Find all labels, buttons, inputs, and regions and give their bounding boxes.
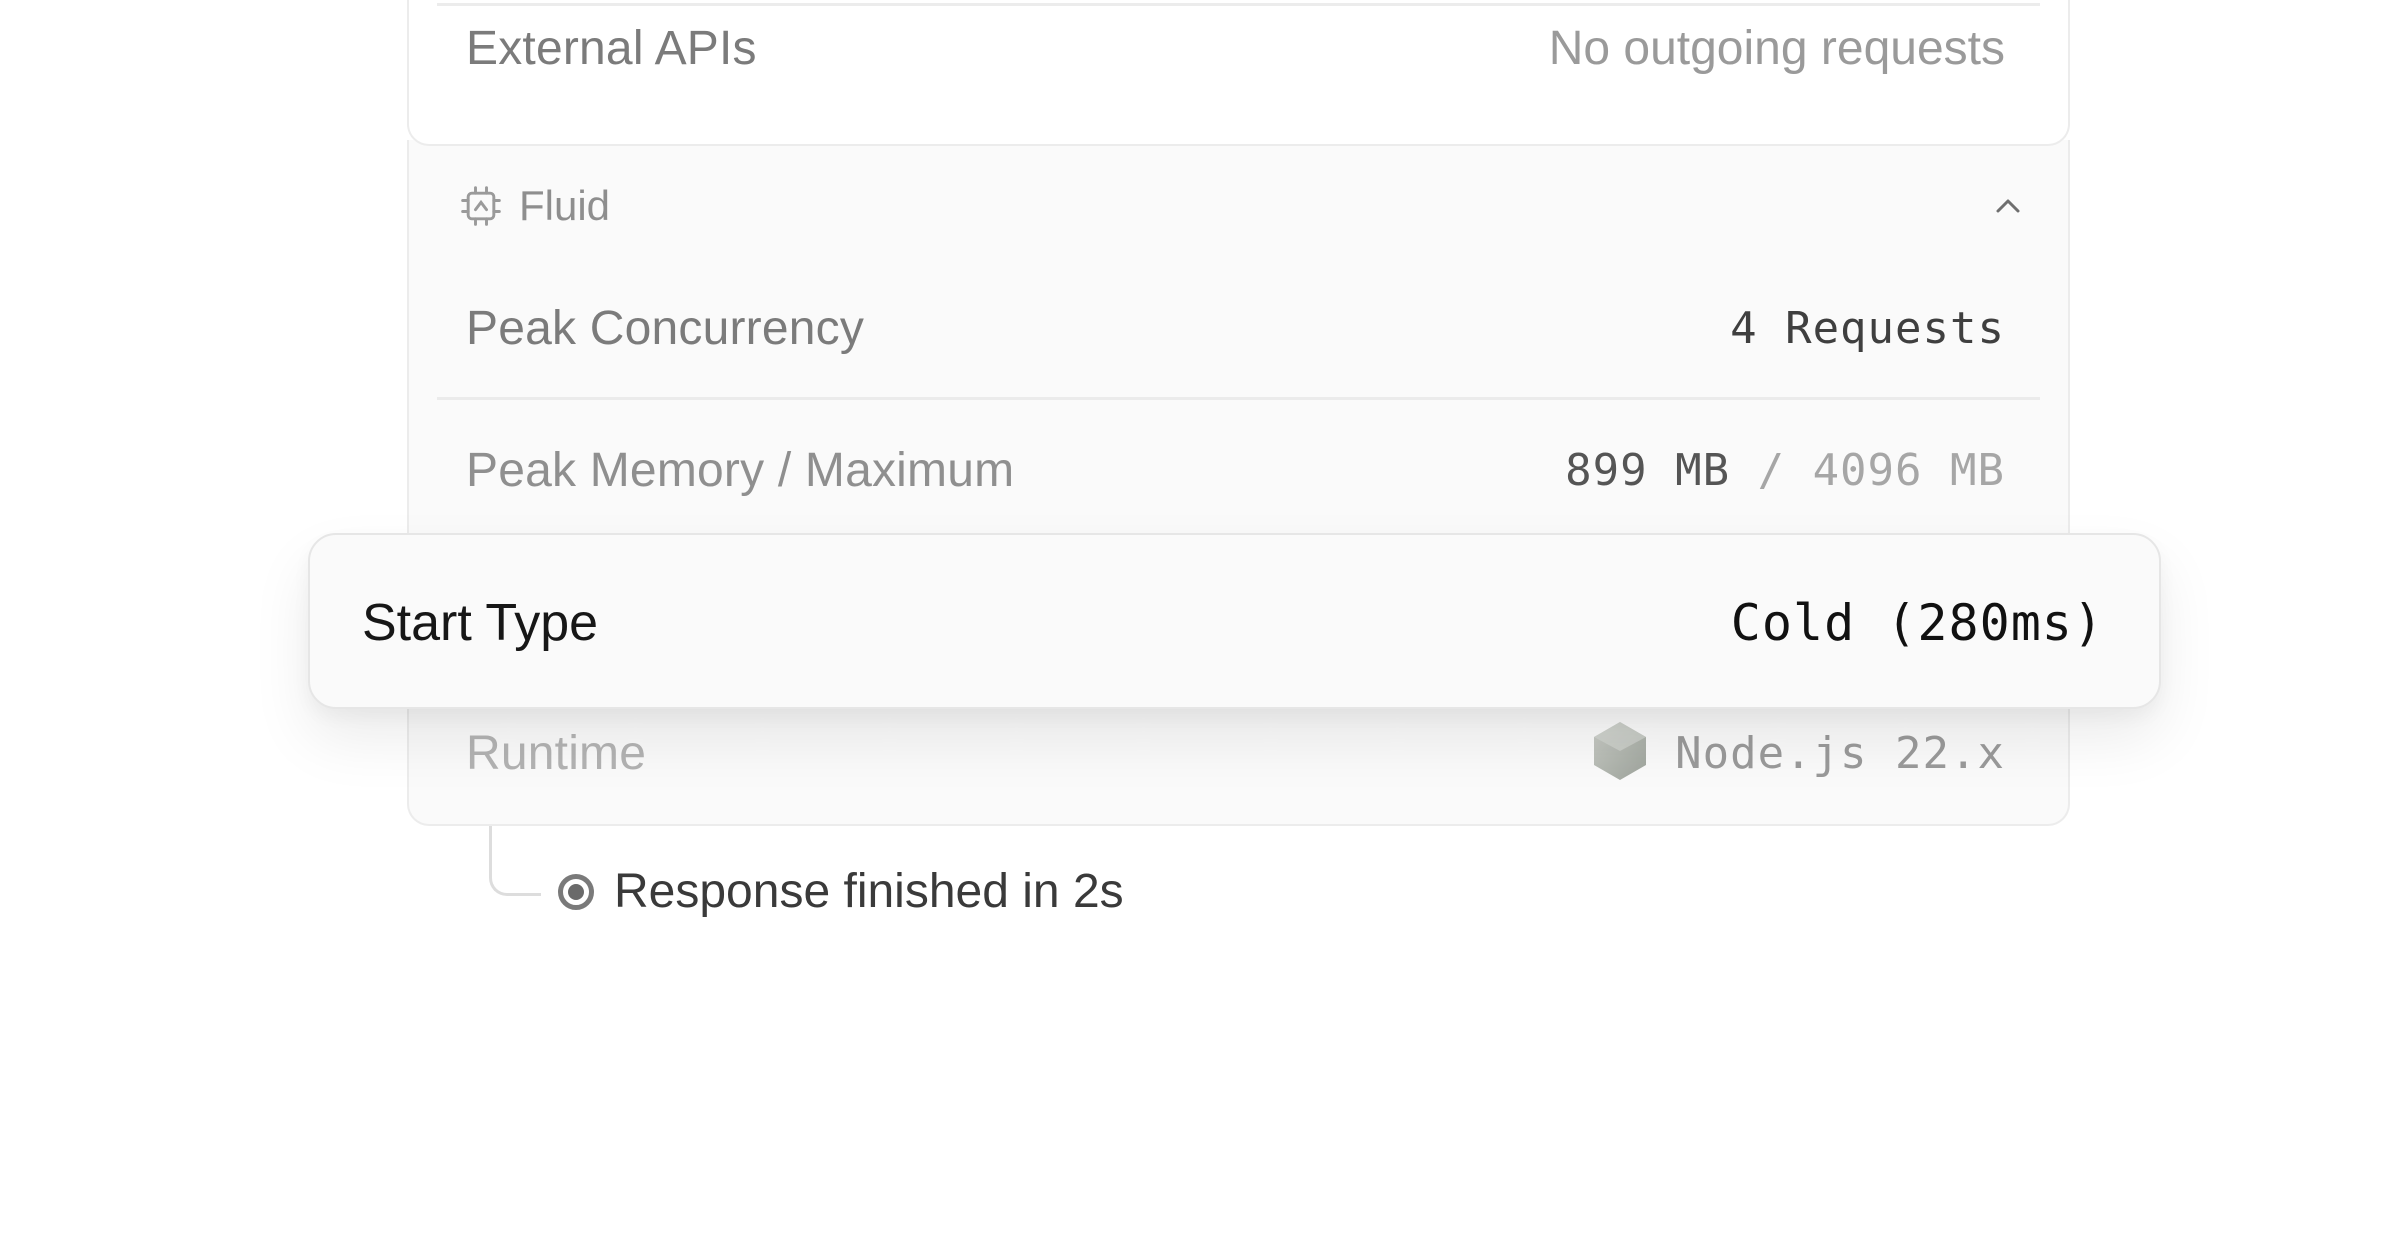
peak-memory-label: Peak Memory / Maximum	[466, 443, 1015, 497]
peak-memory-row: Peak Memory / Maximum 899 MB / 4096 MB	[466, 440, 2005, 500]
memory-separator: /	[1730, 444, 1813, 496]
peak-concurrency-label: Peak Concurrency	[466, 301, 865, 355]
nodejs-hexagon-icon	[1591, 720, 1649, 787]
response-finished-text: Response finished in 2s	[614, 865, 1124, 918]
chevron-up-icon[interactable]	[1988, 186, 2028, 226]
timeline-connector	[489, 826, 541, 896]
external-apis-label: External APIs	[466, 21, 757, 75]
runtime-version: Node.js 22.x	[1675, 727, 2005, 779]
peak-concurrency-value: 4 Requests	[1730, 302, 2005, 354]
start-type-value: Cold (280ms)	[1730, 594, 2104, 652]
start-type-row: Start Type Cold (280ms)	[362, 593, 2104, 653]
fluid-section-header[interactable]: Fluid	[459, 180, 2028, 232]
response-status: Response finished in 2s	[558, 864, 1124, 919]
fluid-section: Fluid Peak Concurrency 4 Requests Peak M…	[407, 140, 2070, 826]
external-apis-value: No outgoing requests	[1548, 21, 2005, 75]
row-divider	[437, 397, 2040, 400]
start-type-row-highlighted[interactable]: Start Type Cold (280ms)	[308, 533, 2161, 709]
runtime-value: Node.js 22.x	[1591, 720, 2005, 787]
cpu-chip-icon	[459, 184, 503, 228]
start-type-label: Start Type	[362, 594, 599, 652]
external-apis-row: External APIs No outgoing requests	[466, 18, 2005, 78]
fluid-title-text: Fluid	[519, 182, 611, 229]
function-details-panel: External APIs No outgoing requests Fluid	[0, 0, 2400, 1256]
peak-memory-used: 899 MB	[1565, 444, 1731, 496]
peak-concurrency-row: Peak Concurrency 4 Requests	[466, 298, 2005, 358]
outgoing-requests-card: External APIs No outgoing requests	[407, 0, 2070, 146]
peak-memory-maximum: 4096 MB	[1812, 444, 2005, 496]
runtime-label: Runtime	[466, 726, 647, 780]
runtime-row: Runtime Node.js 22.x	[466, 721, 2005, 783]
fluid-title: Fluid	[459, 182, 610, 230]
peak-memory-values: 899 MB / 4096 MB	[1565, 445, 2005, 496]
radio-dot-icon	[558, 873, 594, 910]
row-divider	[437, 3, 2040, 6]
